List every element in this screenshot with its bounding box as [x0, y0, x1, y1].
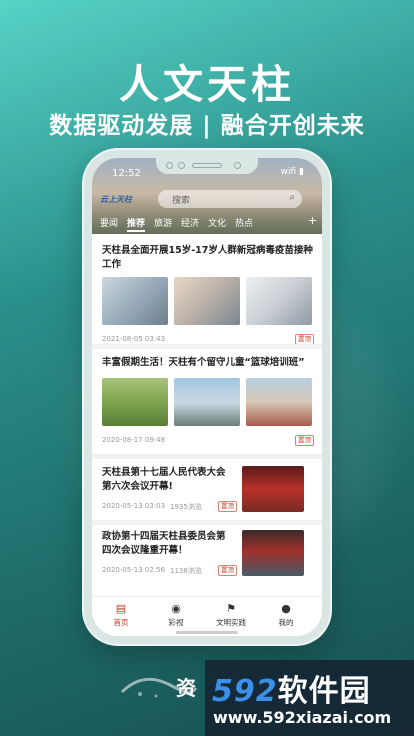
- news-thumbnail: [242, 530, 304, 576]
- nav-mine[interactable]: ● 我的: [261, 602, 311, 628]
- nav-civilization[interactable]: ⚑ 文明实践: [206, 602, 256, 628]
- pinned-badge: 置顶: [218, 501, 237, 512]
- poster-headline: 人文天柱: [119, 62, 295, 108]
- watermark-url: www.592xiazai.com: [213, 708, 392, 727]
- divider: [92, 344, 322, 349]
- watermark-number: 592: [212, 674, 278, 709]
- play-icon: ◉: [171, 602, 181, 615]
- news-image: [246, 277, 312, 325]
- news-views: 1138浏览: [170, 567, 202, 575]
- app-logo: 云上天柱: [100, 195, 132, 204]
- news-image: [174, 378, 240, 426]
- watermark-brand: 软件园: [277, 674, 371, 709]
- news-images: [102, 378, 314, 426]
- news-title: 丰富假期生活！天柱有个留守儿童“篮球培训班”: [102, 357, 305, 368]
- divider: [92, 454, 322, 459]
- pinned-badge: 置顶: [295, 435, 314, 446]
- news-title: 天柱县全面开展15岁-17岁人群新冠病毒疫苗接种工作: [102, 245, 313, 270]
- bottom-nav: ▤ 首页 ◉ 彩视 ⚑ 文明实践 ● 我的: [92, 596, 322, 636]
- news-date: 2020-05-13 02:56: [102, 566, 166, 574]
- phone-notch: [156, 158, 258, 174]
- category-tabs: 要闻 推荐 旅游 经济 文化 热点 +: [100, 214, 322, 232]
- news-date: 2021-08-05 03:43: [102, 335, 166, 343]
- tab-lvyou[interactable]: 旅游: [154, 216, 172, 229]
- status-icons: wifi ▮: [280, 167, 304, 177]
- news-item[interactable]: 天柱县第十七届人民代表大会第六次会议开幕! 2020-05-13 03:03 1…: [102, 466, 314, 512]
- news-thumbnail: [242, 466, 304, 512]
- news-image: [246, 378, 312, 426]
- watermark-logo: 592软件园: [212, 666, 371, 710]
- news-title: 政协第十四届天柱县委员会第四次会议隆重开幕！: [102, 531, 226, 556]
- news-views: 1935浏览: [170, 503, 202, 511]
- news-date: 2020-08-17 09:48: [102, 436, 166, 444]
- status-time: 12:52: [112, 168, 141, 179]
- news-images: [102, 277, 314, 325]
- add-tab-icon[interactable]: +: [308, 214, 317, 227]
- pinned-badge: 置顶: [218, 565, 237, 576]
- search-icon: ⌕: [289, 192, 295, 203]
- tab-jingji[interactable]: 经济: [181, 216, 199, 229]
- nav-home[interactable]: ▤ 首页: [96, 602, 146, 628]
- news-image: [102, 378, 168, 426]
- tab-redian[interactable]: 热点: [235, 216, 253, 229]
- poster-bottom-text: 资: [176, 676, 196, 700]
- nav-video-label: 彩视: [168, 618, 184, 627]
- flag-icon: ⚑: [226, 602, 236, 615]
- home-icon: ▤: [115, 602, 127, 615]
- user-icon: ●: [281, 602, 291, 615]
- nav-mine-label: 我的: [278, 618, 294, 627]
- nav-home-label: 首页: [113, 618, 129, 627]
- header-banner: 12:52 wifi ▮ 云上天柱 搜索 ⌕ 要闻 推荐 旅游 经济 文化 热点…: [92, 158, 322, 234]
- home-indicator: [176, 631, 238, 634]
- news-title: 天柱县第十七届人民代表大会第六次会议开幕!: [102, 467, 226, 492]
- tab-yaowen[interactable]: 要闻: [100, 216, 118, 229]
- news-item[interactable]: 丰富假期生活！天柱有个留守儿童“篮球培训班” 2020-08-17 09:48 …: [102, 356, 314, 446]
- news-item[interactable]: 天柱县全面开展15岁-17岁人群新冠病毒疫苗接种工作 2021-08-05 03…: [102, 244, 314, 345]
- nav-video[interactable]: ◉ 彩视: [151, 602, 201, 628]
- tab-tuijian[interactable]: 推荐: [127, 216, 146, 232]
- news-image: [174, 277, 240, 325]
- poster-subline: 数据驱动发展 | 融合开创未来: [49, 113, 365, 139]
- news-image: [102, 277, 168, 325]
- news-date: 2020-05-13 03:03: [102, 502, 166, 510]
- news-feed: 天柱县全面开展15岁-17岁人群新冠病毒疫苗接种工作 2021-08-05 03…: [92, 234, 322, 596]
- divider: [92, 520, 322, 525]
- search-placeholder: 搜索: [172, 196, 191, 206]
- search-input[interactable]: 搜索 ⌕: [158, 190, 302, 208]
- tab-wenhua[interactable]: 文化: [208, 216, 226, 229]
- news-item[interactable]: 政协第十四届天柱县委员会第四次会议隆重开幕！ 2020-05-13 02:56 …: [102, 530, 314, 576]
- phone-screen: 12:52 wifi ▮ 云上天柱 搜索 ⌕ 要闻 推荐 旅游 经济 文化 热点…: [92, 158, 322, 636]
- nav-civilization-label: 文明实践: [216, 618, 246, 627]
